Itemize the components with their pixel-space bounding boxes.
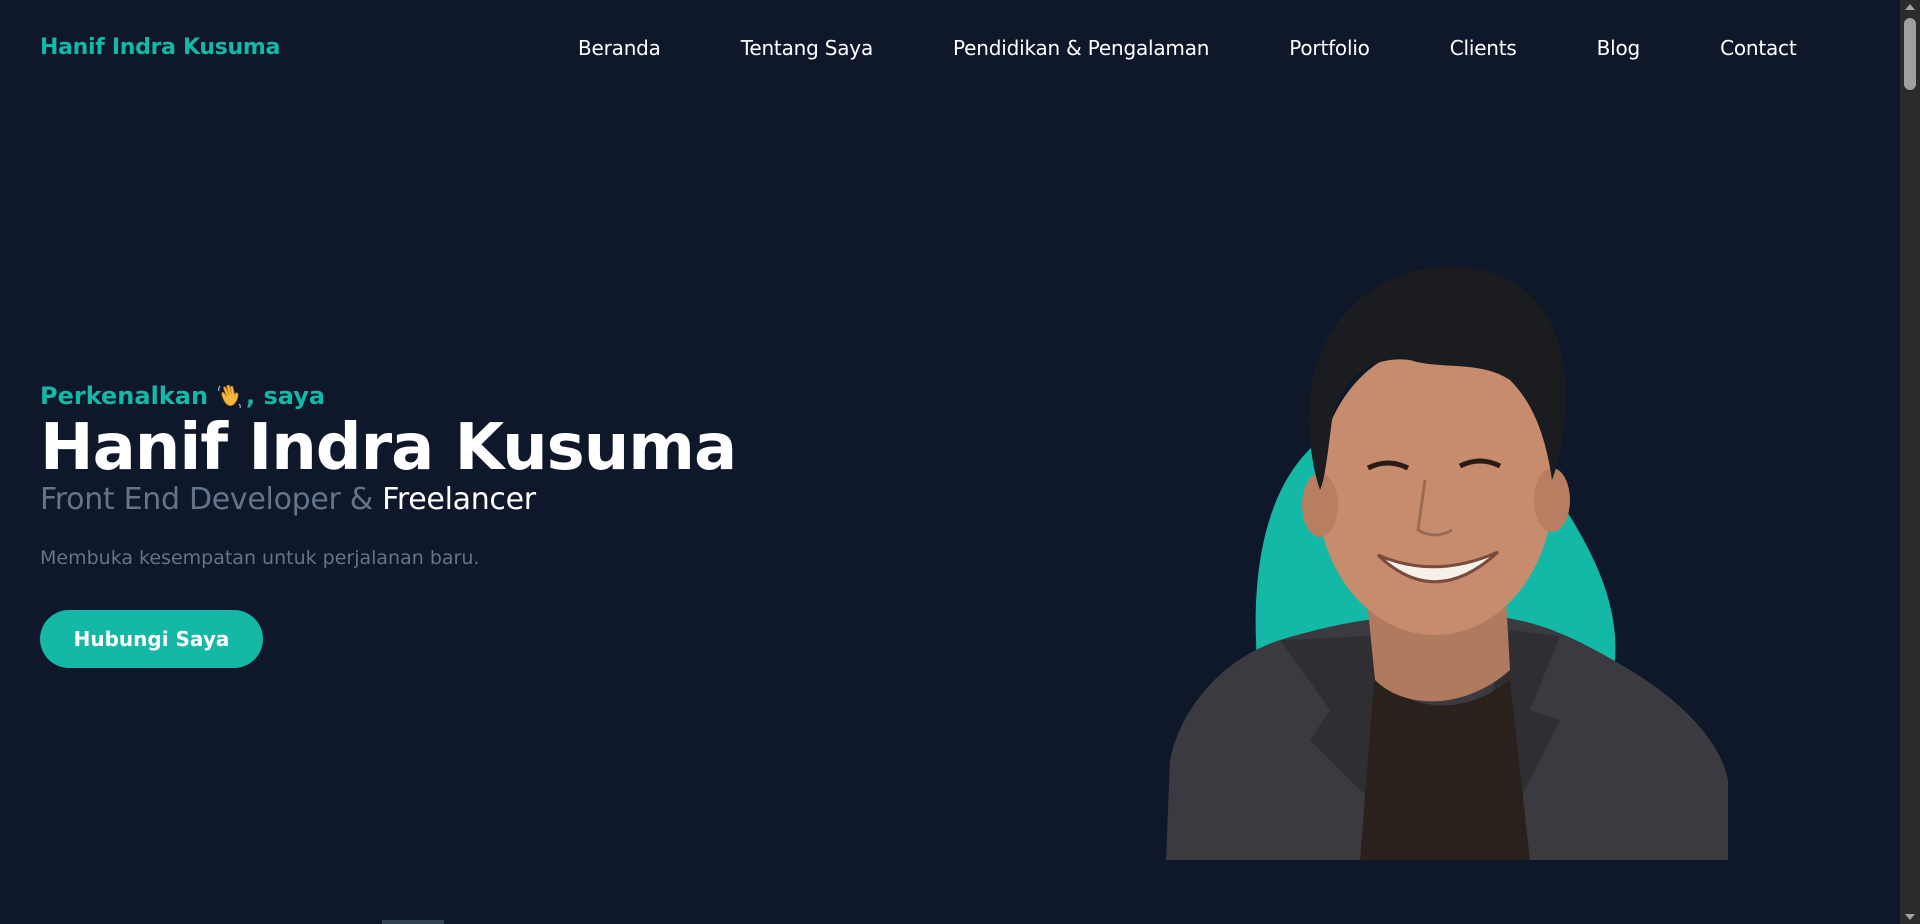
- profile-photo: [1166, 266, 1728, 860]
- waving-hand-icon: [218, 384, 242, 409]
- nav-item-beranda[interactable]: Beranda: [578, 36, 661, 60]
- section-indicator: [382, 920, 444, 924]
- hero-name: Hanif Indra Kusuma: [40, 411, 737, 485]
- nav-item-pendidikan-pengalaman[interactable]: Pendidikan & Pengalaman: [953, 36, 1209, 60]
- hero-role: Front End Developer & Freelancer: [40, 482, 800, 517]
- nav-item-clients[interactable]: Clients: [1450, 36, 1517, 60]
- greeting-text: Perkenalkan: [40, 382, 209, 410]
- scroll-thumb[interactable]: [1904, 18, 1916, 90]
- face-shape: [1317, 345, 1553, 635]
- contact-me-button[interactable]: Hubungi Saya: [40, 610, 263, 668]
- role-text: Front End Developer &: [40, 482, 383, 517]
- hero-greeting: Perkenalkan , saya: [40, 382, 800, 410]
- page-scrollbar[interactable]: [1900, 0, 1920, 924]
- hero-section: Perkenalkan , saya Hanif Indra Kusuma Fr…: [40, 382, 800, 668]
- greeting-suffix: , saya: [246, 382, 326, 410]
- nav-item-tentang-saya[interactable]: Tentang Saya: [741, 36, 873, 60]
- role-accent: Freelancer: [382, 482, 536, 517]
- scroll-up-icon[interactable]: [1905, 4, 1915, 10]
- main-nav: Beranda Tentang Saya Pendidikan & Pengal…: [578, 36, 1797, 60]
- brand-logo-link[interactable]: Hanif Indra Kusuma: [40, 35, 280, 60]
- scroll-down-icon[interactable]: [1905, 914, 1915, 920]
- hero-tagline: Membuka kesempatan untuk perjalanan baru…: [40, 547, 480, 569]
- nav-item-portfolio[interactable]: Portfolio: [1289, 36, 1370, 60]
- nav-item-blog[interactable]: Blog: [1597, 36, 1641, 60]
- page: Hanif Indra Kusuma Beranda Tentang Saya …: [0, 0, 1900, 924]
- nav-item-contact[interactable]: Contact: [1720, 36, 1797, 60]
